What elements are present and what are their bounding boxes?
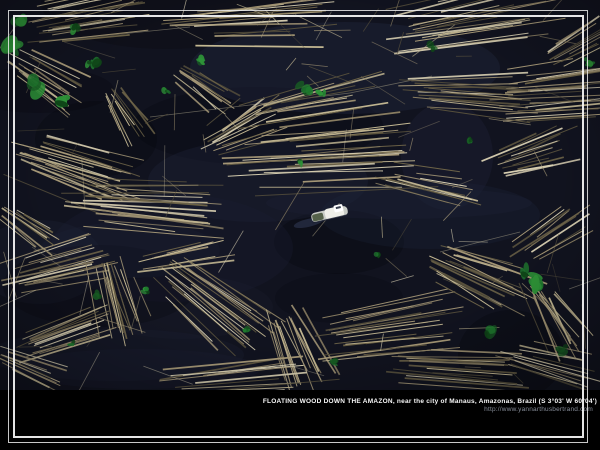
wallpaper: FLOATING WOOD DOWN THE AMAZON, near the … — [0, 0, 600, 450]
photo-canvas — [0, 0, 600, 390]
photo-credit-url: http://www.yannarthusbertrand.com — [484, 406, 593, 413]
caption-band: FLOATING WOOD DOWN THE AMAZON, near the … — [0, 390, 600, 450]
amazon-log-rafts-photo — [0, 0, 600, 390]
photo-caption: FLOATING WOOD DOWN THE AMAZON, near the … — [263, 398, 597, 405]
